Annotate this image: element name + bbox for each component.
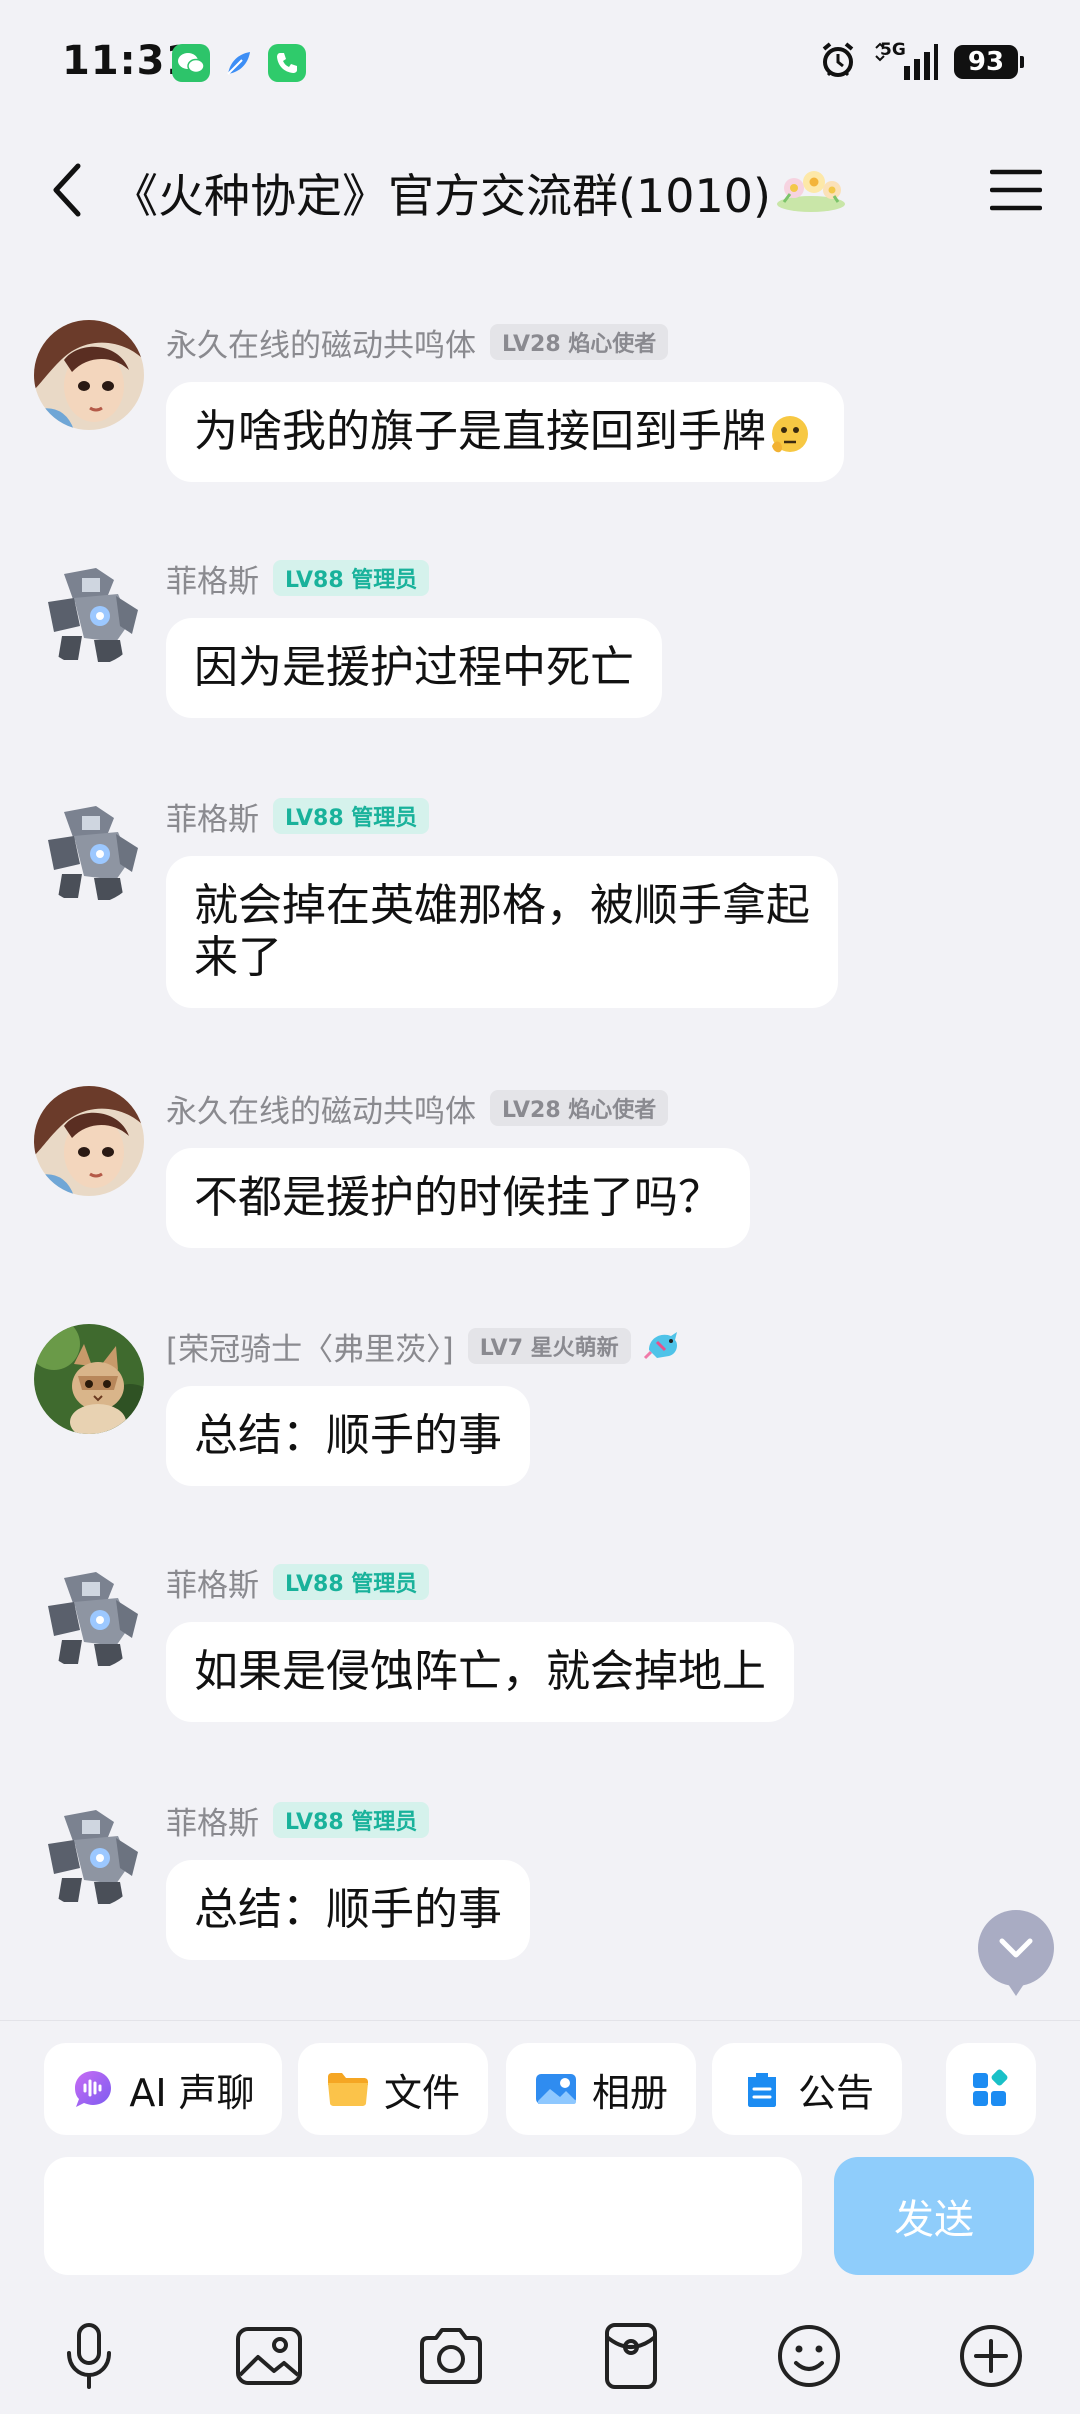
files-label: 文件: [383, 2070, 460, 2115]
notice-label: 公告: [797, 2070, 874, 2115]
toolbar: [0, 2311, 1080, 2401]
red-packet-button[interactable]: [586, 2311, 676, 2401]
message-bubble[interactable]: 就会掉在英雄那格，被顺手拿起 来了: [166, 856, 838, 1008]
emoji-icon: [778, 2325, 840, 2387]
sender-row: 永久在线的磁动共鸣体 LV28 焰心使者: [166, 1086, 669, 1131]
message-text: 不都是援护的时候挂了吗？: [194, 1172, 722, 1223]
dragon-badge-icon: [643, 1328, 683, 1364]
ai-voice-label: AI 声聊: [129, 2070, 255, 2115]
sender-name[interactable]: 永久在线的磁动共鸣体: [166, 320, 476, 365]
signal-5g-icon: 5G: [874, 40, 938, 82]
feather-app-icon: [220, 44, 258, 82]
sender-row: 菲格斯 LV88 管理员: [166, 794, 430, 839]
album-button[interactable]: 相册: [506, 2043, 696, 2135]
camera-button[interactable]: [406, 2311, 496, 2401]
phone-call-icon: [268, 44, 306, 82]
album-label: 相册: [591, 2070, 668, 2115]
sender-name[interactable]: 菲格斯: [166, 794, 259, 839]
more-button[interactable]: [946, 2311, 1036, 2401]
message-text-line: 来了: [194, 932, 282, 983]
quick-action-bar: AI 声聊 文件 相册 公告: [0, 2043, 1080, 2135]
scroll-to-bottom-button[interactable]: [978, 1910, 1054, 1996]
plus-circle-icon: [960, 2325, 1022, 2387]
sender-row: 永久在线的磁动共鸣体 LV28 焰心使者: [166, 320, 669, 365]
apps-grid-icon: [969, 2067, 1013, 2111]
sender-name[interactable]: 菲格斯: [166, 1560, 259, 1605]
ai-voice-chat-button[interactable]: AI 声聊: [44, 2043, 282, 2135]
message-text: 因为是援护过程中死亡: [194, 642, 634, 693]
message-bubble[interactable]: 总结：顺手的事: [166, 1860, 530, 1960]
red-packet-icon: [605, 2323, 657, 2389]
message-bubble[interactable]: 因为是援护过程中死亡: [166, 618, 662, 718]
message-bubble[interactable]: 不都是援护的时候挂了吗？: [166, 1148, 750, 1248]
avatar[interactable]: [34, 794, 144, 904]
hamburger-menu-icon: [990, 169, 1042, 211]
sender-name[interactable]: 菲格斯: [166, 1798, 259, 1843]
camera-icon: [420, 2328, 482, 2384]
ai-voice-icon: [71, 2067, 115, 2111]
avatar[interactable]: [34, 1324, 144, 1434]
composer-panel: AI 声聊 文件 相册 公告 发送: [0, 2020, 1080, 2414]
more-apps-button[interactable]: [946, 2043, 1036, 2135]
sender-row: 菲格斯 LV88 管理员: [166, 556, 430, 601]
thinking-emoji-icon: [768, 412, 808, 456]
sender-name[interactable]: 永久在线的磁动共鸣体: [166, 1086, 476, 1131]
folder-icon: [326, 2067, 370, 2111]
back-button[interactable]: [32, 154, 104, 226]
level-badge: LV28 焰心使者: [490, 1090, 669, 1126]
message-text-line: 就会掉在英雄那格，被顺手拿起: [194, 880, 810, 931]
message-bubble[interactable]: 为啥我的旗子是直接回到手牌: [166, 382, 844, 482]
alarm-icon: [818, 40, 858, 84]
status-bar: 11:31 5G 93: [0, 0, 1080, 130]
message-text: 为啥我的旗子是直接回到手牌: [194, 406, 766, 457]
chevron-down-icon: [999, 1938, 1033, 1958]
message-text: 总结：顺手的事: [194, 1884, 502, 1935]
avatar[interactable]: [34, 1560, 144, 1670]
message-bubble[interactable]: 如果是侵蚀阵亡，就会掉地上: [166, 1622, 794, 1722]
avatar[interactable]: [34, 1086, 144, 1196]
flower-icon: [774, 166, 848, 214]
announcement-icon: [740, 2067, 784, 2111]
wechat-icon: [172, 44, 210, 82]
photo-album-icon: [534, 2067, 578, 2111]
sender-row: [荣冠骑士〈弗里茨〉] LV7 星火萌新: [166, 1324, 683, 1369]
message-text: 如果是侵蚀阵亡，就会掉地上: [194, 1646, 766, 1697]
avatar[interactable]: [34, 320, 144, 430]
voice-input-button[interactable]: [44, 2311, 134, 2401]
sender-name[interactable]: 菲格斯: [166, 556, 259, 601]
chat-header: 《火种协定》官方交流群(1010): [0, 130, 1080, 250]
sender-name[interactable]: [荣冠骑士〈弗里茨〉]: [166, 1324, 454, 1369]
admin-badge: LV88 管理员: [273, 560, 430, 596]
image-button[interactable]: [224, 2311, 314, 2401]
emoji-button[interactable]: [764, 2311, 854, 2401]
send-button[interactable]: 发送: [834, 2157, 1034, 2275]
admin-badge: LV88 管理员: [273, 798, 430, 834]
avatar[interactable]: [34, 1798, 144, 1908]
files-button[interactable]: 文件: [298, 2043, 488, 2135]
level-badge: LV7 星火萌新: [467, 1328, 631, 1364]
sender-row: 菲格斯 LV88 管理员: [166, 1560, 430, 1605]
level-badge: LV28 焰心使者: [490, 324, 669, 360]
menu-button[interactable]: [982, 156, 1050, 224]
admin-badge: LV88 管理员: [273, 1564, 430, 1600]
message-text: 总结：顺手的事: [194, 1410, 502, 1461]
battery-indicator: 93: [954, 45, 1024, 79]
admin-badge: LV88 管理员: [273, 1802, 430, 1838]
message-bubble[interactable]: 总结：顺手的事: [166, 1386, 530, 1486]
group-title[interactable]: 《火种协定》官方交流群(1010): [112, 160, 771, 226]
microphone-icon: [67, 2323, 111, 2389]
status-indicators: 5G 93: [818, 40, 1024, 84]
sender-row: 菲格斯 LV88 管理员: [166, 1798, 430, 1843]
chevron-left-icon: [53, 163, 81, 217]
avatar[interactable]: [34, 556, 144, 666]
image-icon: [236, 2327, 302, 2385]
message-input[interactable]: [44, 2157, 802, 2275]
notice-button[interactable]: 公告: [712, 2043, 902, 2135]
